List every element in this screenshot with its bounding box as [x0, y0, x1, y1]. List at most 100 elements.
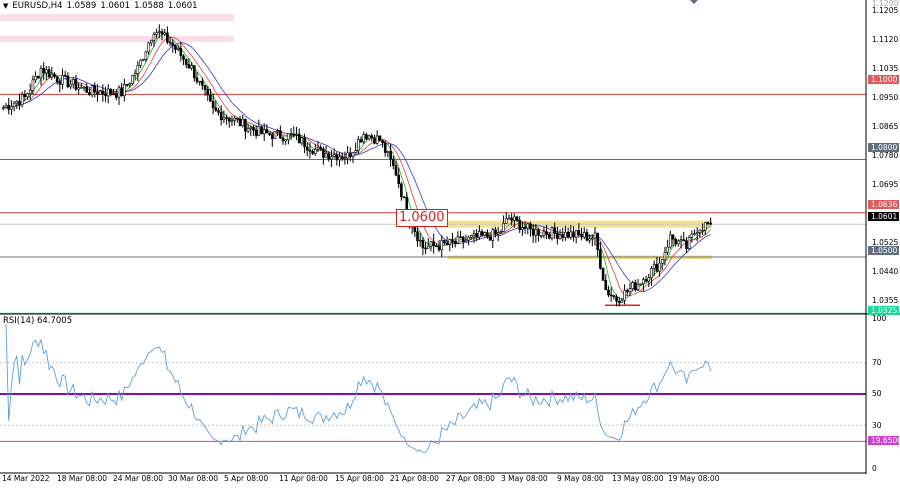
candle-body — [429, 241, 433, 247]
candle-body — [666, 246, 669, 253]
candle-body — [386, 150, 390, 153]
candle-body — [61, 74, 64, 85]
candle-body — [488, 236, 492, 241]
candle-body — [268, 132, 271, 135]
candle-body — [365, 134, 368, 140]
candle-body — [330, 156, 333, 160]
candle-body — [440, 240, 444, 250]
candle-body — [217, 109, 220, 113]
candle-body — [131, 74, 134, 84]
candle-body — [201, 80, 204, 86]
trading-chart[interactable]: ▼ EURUSD,H4 1.0589 1.0601 1.0588 1.0601 … — [0, 0, 900, 485]
candle-body — [480, 231, 484, 236]
candle-body — [28, 90, 32, 95]
candle-body — [542, 231, 546, 236]
candle-body — [136, 65, 140, 74]
candle-body — [85, 86, 89, 93]
candle-body — [176, 47, 180, 50]
candle-body — [421, 239, 425, 249]
candle-body — [698, 229, 702, 233]
candle-body — [475, 233, 478, 238]
candle-body — [378, 135, 382, 141]
candle-body — [652, 264, 656, 269]
candle-body — [534, 229, 538, 236]
candle-body — [515, 216, 519, 221]
candle-body — [63, 74, 67, 77]
rsi-axis-label: 70 — [872, 358, 882, 367]
candle-body — [601, 267, 605, 281]
candle-body — [211, 100, 215, 109]
candle-body — [499, 231, 503, 233]
candle-body — [389, 150, 392, 160]
candle-body — [198, 80, 201, 83]
candle-body — [254, 129, 258, 136]
candle-body — [526, 223, 530, 229]
candle-body — [192, 65, 196, 79]
candle-body — [491, 229, 495, 241]
date-label: 15 Apr 08:00 — [335, 474, 384, 483]
chevron-down-icon[interactable]: ▼ — [3, 2, 8, 10]
candle-body — [305, 146, 309, 151]
candle-body — [322, 148, 325, 158]
candle-body — [58, 81, 62, 85]
candle-body — [572, 231, 575, 238]
price-tag-1-0636: 1.0636 — [868, 200, 899, 209]
candle-body — [4, 105, 8, 108]
candle-body — [612, 295, 616, 298]
rsi-level-tag: 19.6500 — [868, 436, 900, 445]
ohlc-low: 1.0588 — [134, 1, 164, 11]
candle-body — [644, 279, 648, 282]
candle-body — [580, 234, 583, 238]
candle-body — [588, 238, 591, 241]
candle-body — [397, 174, 400, 185]
rsi-axis-label: 30 — [872, 421, 882, 430]
candle-body — [214, 107, 218, 111]
candle-body — [289, 133, 293, 136]
candle-body — [123, 83, 126, 97]
level-annotation-label[interactable]: 1.0600 — [396, 209, 448, 227]
candle-body — [623, 290, 626, 301]
candle-body — [98, 90, 102, 95]
candle-body — [23, 94, 27, 97]
candle-body — [607, 289, 610, 296]
candle-body — [319, 147, 322, 150]
candle-body — [2, 107, 5, 109]
candle-body — [209, 94, 212, 102]
candle-body — [658, 262, 661, 272]
candle-body — [609, 294, 613, 297]
candle-body — [50, 73, 54, 78]
price-label: 1.0440 — [872, 267, 899, 276]
candle-body — [179, 47, 183, 57]
candle-body — [15, 100, 19, 104]
candle-body — [585, 232, 589, 241]
candle-body — [158, 31, 161, 33]
rsi-panel — [0, 314, 866, 474]
candle-body — [494, 229, 497, 235]
candle-body — [469, 235, 473, 238]
candle-body — [545, 231, 548, 235]
candle-body — [574, 230, 578, 238]
candle-body — [276, 130, 279, 132]
candle-body — [34, 76, 37, 81]
candle-body — [348, 152, 352, 157]
candle-body — [96, 91, 99, 95]
candle-body — [426, 245, 430, 249]
candle-body — [448, 239, 452, 245]
candle-body — [566, 231, 570, 238]
date-label: 13 May 08:00 — [612, 474, 664, 483]
candle-body — [314, 148, 317, 154]
chart-canvas[interactable] — [0, 0, 900, 485]
candle-body — [531, 228, 535, 236]
candle-body — [596, 232, 600, 251]
candle-body — [539, 235, 543, 237]
candle-body — [577, 230, 581, 235]
candle-body — [486, 232, 489, 237]
candle-body — [249, 126, 253, 129]
candle-body — [677, 240, 680, 245]
candle-body — [483, 232, 487, 236]
candle-body — [300, 137, 304, 144]
candle-body — [20, 94, 24, 106]
scroll-marker-icon — [690, 0, 698, 4]
candle-body — [53, 73, 56, 77]
candle-body — [367, 135, 371, 140]
